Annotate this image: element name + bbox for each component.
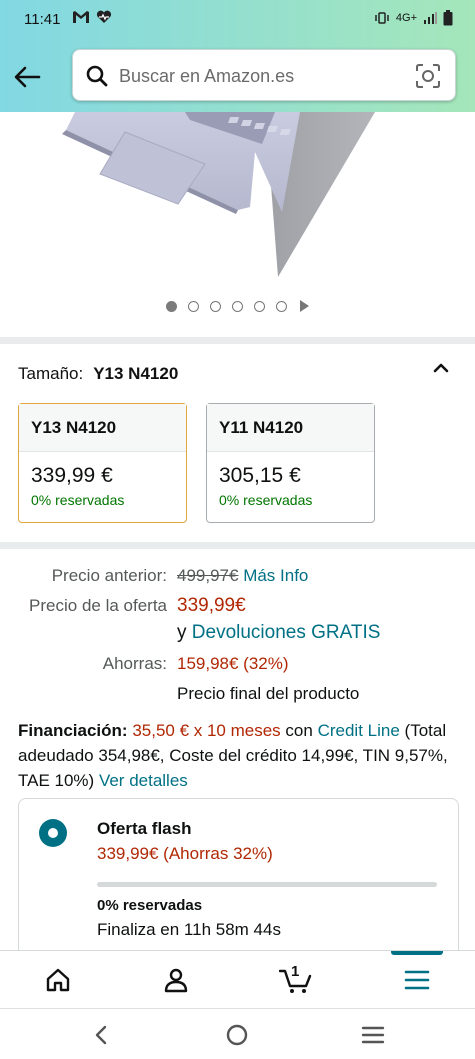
nav-cart[interactable]: 1 bbox=[266, 951, 326, 1009]
camera-search-icon[interactable] bbox=[415, 63, 441, 89]
gmail-icon bbox=[73, 11, 89, 23]
size-option-y13[interactable]: Y13 N4120 339,99 € 0% reservadas bbox=[18, 403, 187, 523]
financing-info: Financiación: 35,50 € x 10 meses con Cre… bbox=[18, 721, 448, 790]
user-icon bbox=[164, 968, 188, 993]
menu-icon bbox=[404, 970, 430, 990]
search-bar[interactable] bbox=[72, 49, 456, 101]
size-selector-label: Tamaño: Y13 N4120 bbox=[18, 364, 179, 383]
flash-offer-progress bbox=[97, 882, 437, 887]
size-option-name: Y11 N4120 bbox=[207, 404, 374, 452]
flash-offer-countdown: Finaliza en 11h 58m 44s bbox=[97, 920, 281, 939]
health-icon bbox=[96, 10, 112, 23]
app-header: 11:41 4G+ bbox=[0, 0, 475, 112]
status-bar: 11:41 4G+ bbox=[0, 0, 475, 38]
more-info-link[interactable]: Más Info bbox=[243, 566, 308, 585]
offer-price-value: 339,99€ bbox=[177, 595, 246, 616]
bottom-navigation: 1 bbox=[0, 950, 475, 1008]
recents-icon bbox=[361, 1026, 385, 1044]
view-details-link[interactable]: Ver detalles bbox=[99, 771, 188, 790]
flash-offer-price: 339,99€ (Ahorras 32%) bbox=[97, 844, 273, 863]
system-home-button[interactable] bbox=[222, 1021, 252, 1049]
final-price-note: Precio final del producto bbox=[177, 684, 360, 703]
carousel-dot[interactable] bbox=[276, 300, 287, 312]
search-input[interactable] bbox=[119, 60, 399, 92]
collapse-size-button[interactable] bbox=[431, 358, 451, 383]
carousel-dot[interactable] bbox=[210, 300, 221, 312]
network-label: 4G+ bbox=[395, 12, 417, 24]
flash-offer-radio[interactable] bbox=[39, 819, 67, 847]
previous-price-value: 499,97€ bbox=[177, 566, 239, 585]
financing-label: Financiación: bbox=[18, 721, 128, 740]
flash-offer-reserved: 0% reservadas bbox=[97, 897, 203, 914]
video-play-icon[interactable] bbox=[300, 300, 309, 312]
section-divider bbox=[0, 337, 475, 344]
size-option-reserved: 0% reservadas bbox=[31, 492, 125, 508]
home-circle-icon bbox=[226, 1024, 248, 1046]
section-divider bbox=[0, 542, 475, 549]
search-icon bbox=[86, 65, 108, 87]
savings-label: Ahorras: bbox=[102, 654, 167, 673]
flash-offer-title: Oferta flash bbox=[97, 819, 192, 838]
free-returns-link[interactable]: Devoluciones GRATIS bbox=[192, 622, 381, 643]
system-recents-button[interactable] bbox=[358, 1021, 388, 1049]
carousel-dot[interactable] bbox=[188, 300, 199, 312]
cart-count: 1 bbox=[291, 963, 300, 980]
back-chevron-icon bbox=[95, 1025, 107, 1045]
image-carousel-dots[interactable] bbox=[0, 300, 475, 312]
offer-price-label: Precio de la oferta bbox=[29, 596, 167, 615]
size-option-name: Y13 N4120 bbox=[19, 404, 186, 452]
carousel-dot[interactable] bbox=[254, 300, 265, 312]
carousel-dot[interactable] bbox=[166, 300, 177, 312]
home-icon bbox=[46, 968, 70, 992]
chevron-up-icon bbox=[433, 363, 449, 373]
flash-offer-card[interactable]: Oferta flash 339,99€ (Ahorras 32%) 0% re… bbox=[18, 798, 459, 968]
vibrate-icon bbox=[375, 12, 389, 24]
status-time: 11:41 bbox=[24, 11, 61, 28]
previous-price-label: Precio anterior: bbox=[51, 566, 167, 585]
active-tab-indicator bbox=[391, 951, 443, 955]
financing-plan: 35,50 € x 10 meses bbox=[132, 721, 281, 740]
system-navigation-bar bbox=[0, 1008, 475, 1059]
size-selected-value: Y13 N4120 bbox=[93, 364, 179, 383]
battery-icon bbox=[443, 10, 453, 26]
signal-icon bbox=[424, 12, 437, 24]
size-option-reserved: 0% reservadas bbox=[219, 492, 313, 508]
size-option-price: 305,15 € bbox=[219, 464, 301, 487]
size-option-price: 339,99 € bbox=[31, 464, 113, 487]
nav-home[interactable] bbox=[28, 951, 88, 1009]
nav-account[interactable] bbox=[146, 951, 206, 1009]
size-option-y11[interactable]: Y11 N4120 305,15 € 0% reservadas bbox=[206, 403, 375, 523]
savings-value: 159,98€ (32%) bbox=[177, 654, 289, 673]
nav-menu[interactable] bbox=[387, 951, 447, 1009]
credit-line-link[interactable]: Credit Line bbox=[318, 721, 400, 740]
carousel-dot[interactable] bbox=[232, 300, 243, 312]
system-back-button[interactable] bbox=[86, 1021, 116, 1049]
back-button[interactable] bbox=[10, 60, 44, 94]
back-arrow-icon bbox=[14, 66, 41, 88]
